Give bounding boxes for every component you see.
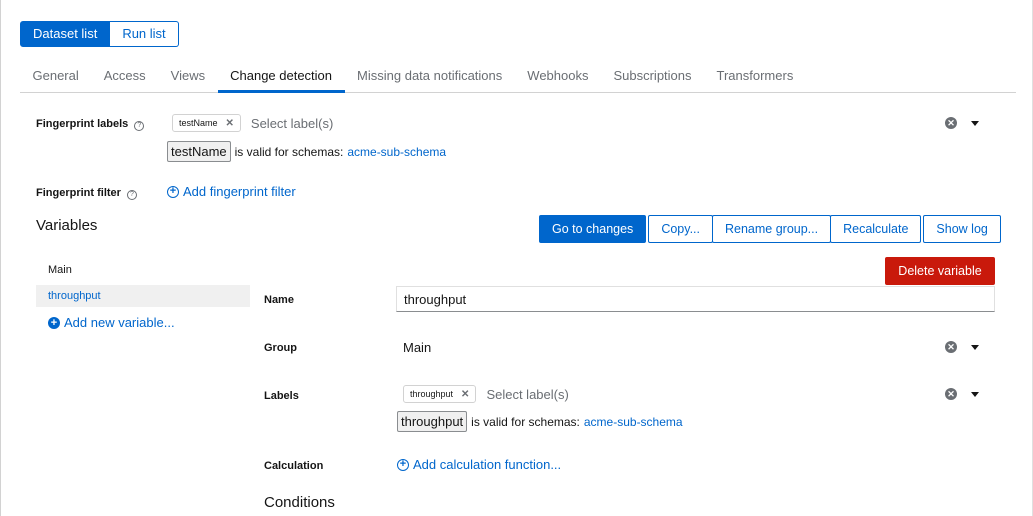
add-fingerprint-filter-text: Add fingerprint filter [183,184,296,199]
help-icon[interactable]: ? [126,190,137,200]
select-placeholder: Select label(s) [250,115,334,131]
schema-link[interactable]: acme-sub-schema [584,415,683,429]
valid-text: is valid for schemas: [234,144,344,159]
fingerprint-validity: testName is valid for schemas: acme-sub-… [167,141,446,162]
select-placeholder: Select label(s) [486,386,569,402]
group-label: Group [264,342,297,354]
caret-down-icon[interactable] [971,392,979,397]
add-new-variable-link[interactable]: + Add new variable... [48,315,175,330]
labels-validity: throughput is valid for schemas: acme-su… [397,411,683,432]
label-chip: testName ✕ [172,114,241,132]
tab-access[interactable]: Access [91,62,158,92]
dataset-list-button[interactable]: Dataset list [20,21,111,47]
tab-views[interactable]: Views [158,62,217,92]
clear-icon[interactable]: ✕ [945,388,957,400]
plus-circle-icon: + [48,316,60,329]
tab-webhooks[interactable]: Webhooks [515,62,601,92]
name-input[interactable] [396,286,995,312]
fingerprint-filter-label: Fingerprint filter? [36,187,137,200]
valid-label-box: throughput [397,411,468,432]
calculation-label: Calculation [264,460,324,472]
remove-chip-icon[interactable]: ✕ [461,389,469,400]
group-value[interactable]: Main [403,340,431,355]
tab-transformers[interactable]: Transformers [704,62,806,92]
settings-tabs: General Access Views Change detection Mi… [20,62,1016,93]
run-list-button[interactable]: Run list [110,21,179,47]
labels-label: Labels [264,390,299,402]
tab-change-detection[interactable]: Change detection [217,62,345,93]
add-calculation-function-text: Add calculation function... [413,457,562,472]
fingerprint-filter-text: Fingerprint filter [36,187,121,199]
add-fingerprint-filter-link[interactable]: + Add fingerprint filter [167,184,296,199]
rename-group-button[interactable]: Rename group... [711,215,832,243]
chip-text: testName [179,118,218,128]
variable-item-throughput[interactable]: throughput [36,285,250,307]
add-calculation-function-link[interactable]: + Add calculation function... [397,457,561,472]
plus-circle-icon: + [397,458,409,471]
schema-link[interactable]: acme-sub-schema [347,145,446,159]
variable-group-header: Main [48,264,72,276]
plus-circle-icon: + [167,185,179,198]
variables-title: Variables [36,217,98,234]
valid-label-box: testName [167,141,231,162]
caret-down-icon[interactable] [971,121,979,126]
chip-text: throughput [410,389,454,399]
tab-general[interactable]: General [20,62,91,92]
tab-subscriptions[interactable]: Subscriptions [601,62,704,92]
clear-icon[interactable]: ✕ [945,117,957,129]
tab-missing-data-notifications[interactable]: Missing data notifications [345,62,515,92]
name-label: Name [264,294,294,306]
caret-down-icon[interactable] [971,345,979,350]
delete-variable-button[interactable]: Delete variable [885,257,995,285]
conditions-title: Conditions [264,494,335,511]
fingerprint-labels-select[interactable]: testName ✕ Select label(s) ✕ [172,110,997,136]
show-log-button[interactable]: Show log [923,215,1001,243]
remove-chip-icon[interactable]: ✕ [226,118,234,129]
add-new-variable-text: Add new variable... [64,315,175,330]
recalculate-button[interactable]: Recalculate [830,215,922,243]
labels-select[interactable]: throughput ✕ Select label(s) [403,381,983,407]
valid-text: is valid for schemas: [471,414,580,429]
help-icon[interactable]: ? [134,121,145,131]
fingerprint-labels-text: Fingerprint labels [36,118,129,130]
copy-button[interactable]: Copy... [648,215,713,243]
clear-icon[interactable]: ✕ [945,341,957,353]
fingerprint-labels-label: Fingerprint labels? [36,118,145,131]
view-toggle: Dataset list Run list [20,21,179,47]
go-to-changes-button[interactable]: Go to changes [539,215,647,243]
variables-actions: Go to changes Copy... Rename group... Re… [539,215,1001,243]
label-chip: throughput ✕ [403,385,477,403]
frame-border [0,0,1,516]
